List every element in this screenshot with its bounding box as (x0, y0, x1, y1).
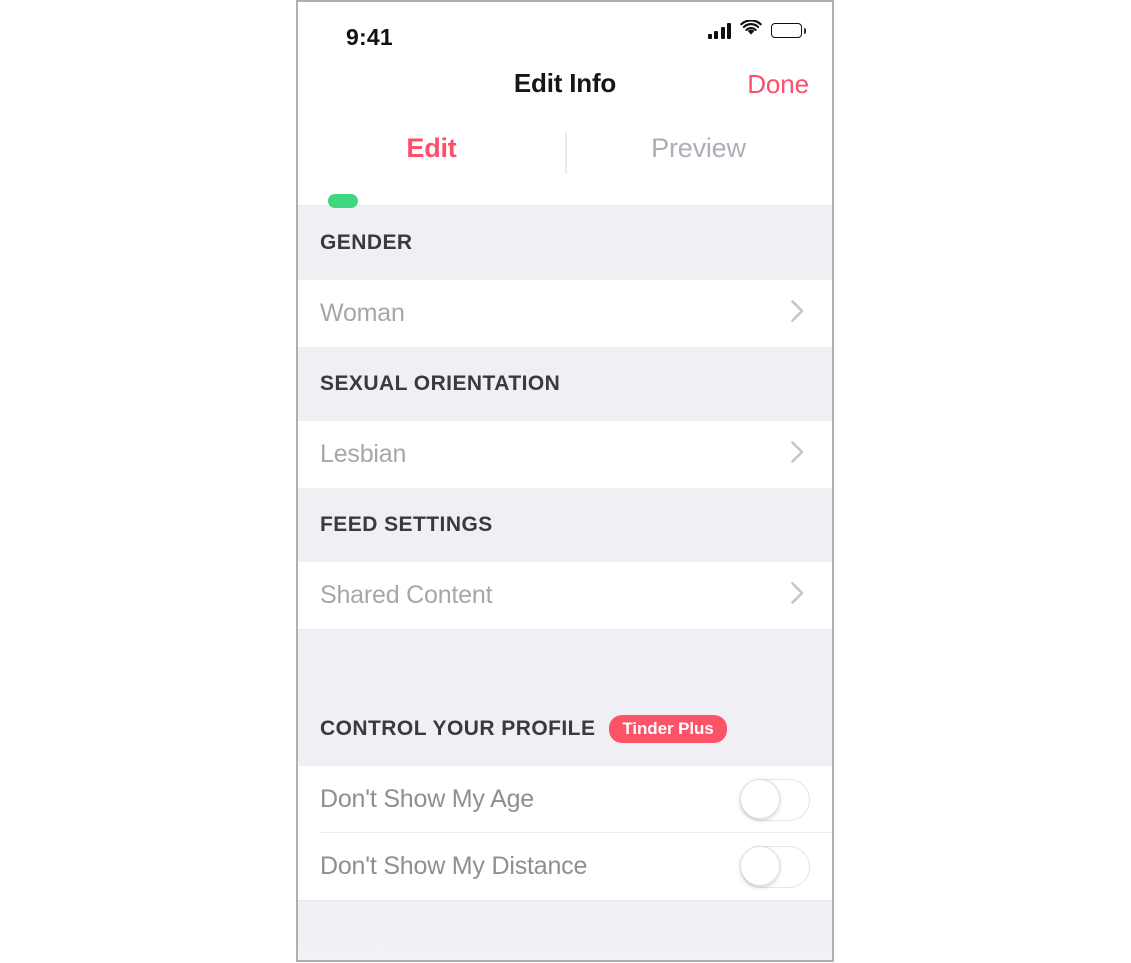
section-title: SEXUAL ORIENTATION (320, 372, 561, 395)
chevron-right-icon (791, 441, 810, 468)
wifi-icon (740, 19, 763, 41)
status-bar: 9:41 (298, 2, 832, 58)
tab-bar: Edit Preview (298, 114, 832, 186)
battery-full-icon (771, 23, 806, 38)
section-header-feed-settings: FEED SETTINGS (298, 488, 832, 562)
row-label: Don't Show My Age (320, 785, 534, 813)
section-title: FEED SETTINGS (320, 513, 493, 536)
section-spacer (298, 629, 832, 692)
cellular-signal-icon (707, 22, 732, 39)
scroll-clipped-row (298, 186, 832, 208)
row-label: Don't Show My Distance (320, 852, 588, 880)
done-button[interactable]: Done (747, 69, 809, 100)
row-label: Woman (320, 299, 405, 327)
row-label: Shared Content (320, 581, 493, 609)
toggle-knob (740, 778, 780, 819)
phone-screen: 9:41 Edit Info Done Edit Preview GENDER … (296, 0, 834, 962)
section-header-sexual-orientation: SEXUAL ORIENTATION (298, 347, 832, 421)
status-bar-icons (707, 19, 806, 41)
row-shared-content[interactable]: Shared Content (298, 562, 832, 629)
row-dont-show-my-age[interactable]: Don't Show My Age (298, 766, 832, 833)
section-title: GENDER (320, 231, 413, 254)
chevron-right-icon (791, 582, 810, 609)
section-header-gender: GENDER (298, 206, 832, 280)
toggle-knob (740, 845, 780, 886)
row-dont-show-my-distance[interactable]: Don't Show My Distance (298, 833, 832, 900)
section-title: CONTROL YOUR PROFILE (320, 717, 596, 740)
navigation-bar: Edit Info Done (298, 58, 832, 114)
row-label: Lesbian (320, 440, 407, 468)
row-gender-value[interactable]: Woman (298, 280, 832, 347)
tab-edit[interactable]: Edit (298, 114, 565, 186)
green-status-pill-icon (328, 194, 358, 208)
tinder-plus-badge: Tinder Plus (609, 715, 727, 743)
toggle-dont-show-my-distance[interactable] (740, 845, 810, 888)
settings-scroll-view[interactable]: GENDER Woman SEXUAL ORIENTATION Lesbian … (298, 186, 832, 960)
status-bar-time: 9:41 (346, 24, 393, 50)
tab-preview[interactable]: Preview (565, 114, 832, 186)
row-sexual-orientation-value[interactable]: Lesbian (298, 421, 832, 488)
tab-divider (565, 132, 567, 174)
bottom-spacer (298, 900, 832, 960)
section-header-control-your-profile: CONTROL YOUR PROFILE Tinder Plus (298, 692, 832, 766)
toggle-dont-show-my-age[interactable] (740, 778, 810, 821)
chevron-right-icon (791, 300, 810, 327)
